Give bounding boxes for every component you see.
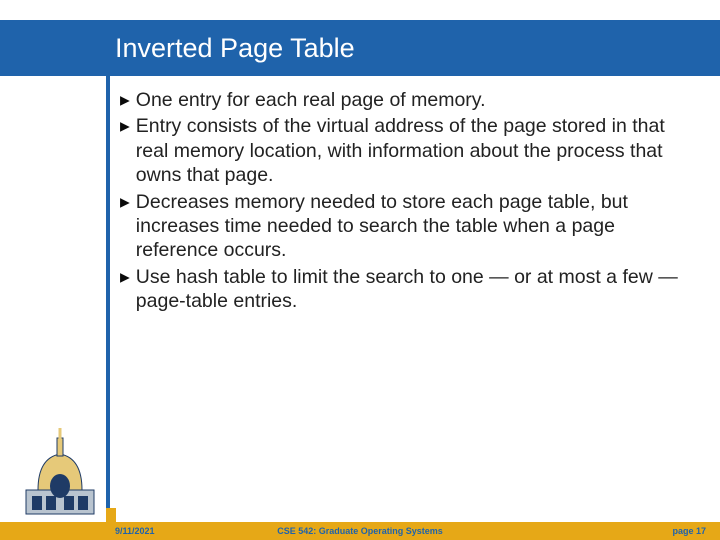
- bullet-arrow-icon: ▸: [120, 265, 130, 314]
- bullet-arrow-icon: ▸: [120, 88, 130, 112]
- slide-footer: 9/11/2021 CSE 542: Graduate Operating Sy…: [0, 522, 720, 540]
- slide-header: Inverted Page Table: [0, 20, 720, 76]
- sidebar-accent-line: [106, 76, 110, 522]
- bullet-arrow-icon: ▸: [120, 190, 130, 263]
- footer-page-number: page 17: [672, 526, 706, 536]
- footer-course: CSE 542: Graduate Operating Systems: [277, 526, 443, 536]
- page-title: Inverted Page Table: [115, 33, 355, 64]
- list-item: ▸ Decreases memory needed to store each …: [120, 190, 680, 263]
- footer-date: 9/11/2021: [115, 526, 155, 536]
- list-item: ▸ Use hash table to limit the search to …: [120, 265, 680, 314]
- slide-body: ▸ One entry for each real page of memory…: [120, 88, 680, 315]
- bullet-text: Decreases memory needed to store each pa…: [136, 190, 680, 263]
- bullet-text: Use hash table to limit the search to on…: [136, 265, 680, 314]
- list-item: ▸ Entry consists of the virtual address …: [120, 114, 680, 187]
- list-item: ▸ One entry for each real page of memory…: [120, 88, 680, 112]
- bullet-text: Entry consists of the virtual address of…: [136, 114, 680, 187]
- sidebar-accent-block: [106, 508, 116, 522]
- bullet-arrow-icon: ▸: [120, 114, 130, 187]
- bullet-text: One entry for each real page of memory.: [136, 88, 486, 112]
- dome-logo-icon: [18, 428, 102, 516]
